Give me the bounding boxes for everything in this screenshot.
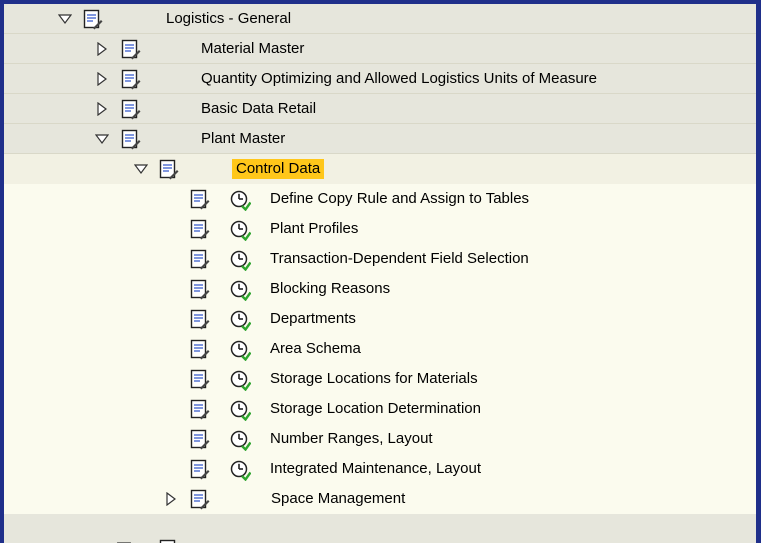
execute-clock-icon[interactable] — [229, 219, 251, 241]
triangle-right-icon[interactable] — [95, 42, 109, 56]
document-edit-icon — [159, 159, 179, 180]
tree-node-logistics-general[interactable]: Logistics - General — [4, 4, 756, 34]
activity-label: Number Ranges, Layout — [270, 430, 433, 447]
document-edit-icon — [190, 399, 210, 420]
document-edit-icon — [190, 429, 210, 450]
activity-label: Departments — [270, 310, 356, 327]
triangle-down-icon[interactable] — [58, 12, 72, 26]
execute-clock-icon[interactable] — [229, 279, 251, 301]
triangle-down-icon[interactable] — [134, 162, 148, 176]
document-edit-icon — [121, 39, 141, 60]
execute-clock-icon[interactable] — [229, 249, 251, 271]
activity-label: Transaction-Dependent Field Selection — [270, 250, 529, 267]
activity-label: Integrated Maintenance, Layout — [270, 460, 481, 477]
document-edit-icon — [121, 99, 141, 120]
activity-label: Define Copy Rule and Assign to Tables — [270, 190, 530, 207]
tree-frame: Logistics - General Material Master Quan… — [0, 0, 761, 543]
execute-clock-icon[interactable] — [229, 189, 251, 211]
document-edit-icon — [190, 339, 210, 360]
document-edit-icon — [190, 489, 210, 510]
document-edit-icon — [190, 189, 210, 210]
document-edit-icon — [190, 219, 210, 240]
tree-node-basic-data-retail[interactable]: Basic Data Retail — [4, 94, 756, 124]
tree-activity-item[interactable]: Storage Locations for Materials — [4, 364, 756, 394]
tree-activity-item[interactable]: Number Ranges, Layout — [4, 424, 756, 454]
node-label: Basic Data Retail — [201, 100, 317, 117]
document-edit-icon — [190, 459, 210, 480]
tree-activity-item[interactable]: Departments — [4, 304, 756, 334]
triangle-right-icon[interactable] — [164, 492, 178, 506]
tree-node-plant-master[interactable]: Plant Master — [4, 124, 756, 154]
triangle-right-icon[interactable] — [95, 102, 109, 116]
document-edit-icon — [190, 369, 210, 390]
document-edit-icon — [159, 539, 176, 543]
tree-node-partial — [4, 514, 756, 543]
execute-clock-icon[interactable] — [229, 459, 251, 481]
document-edit-icon — [190, 249, 210, 270]
node-label: Material Master — [201, 40, 305, 57]
node-label-selected: Control Data — [232, 159, 325, 179]
execute-clock-icon[interactable] — [229, 369, 251, 391]
triangle-right-icon[interactable] — [95, 72, 109, 86]
execute-clock-icon[interactable] — [229, 339, 251, 361]
tree-node-quantity-optimizing[interactable]: Quantity Optimizing and Allowed Logistic… — [4, 64, 756, 94]
tree-activity-item[interactable]: Plant Profiles — [4, 214, 756, 244]
execute-clock-icon[interactable] — [229, 309, 251, 331]
tree-activity-item[interactable]: Define Copy Rule and Assign to Tables — [4, 184, 756, 214]
tree-activity-item[interactable]: Transaction-Dependent Field Selection — [4, 244, 756, 274]
activity-label: Blocking Reasons — [270, 280, 391, 297]
document-edit-icon — [121, 129, 141, 150]
node-label: Quantity Optimizing and Allowed Logistic… — [201, 70, 598, 87]
tree-node-space-management[interactable]: Space Management — [4, 484, 756, 514]
execute-clock-icon[interactable] — [229, 399, 251, 421]
activity-label: Plant Profiles — [270, 220, 359, 237]
document-edit-icon — [190, 309, 210, 330]
tree-node-control-data[interactable]: Control Data — [4, 154, 756, 184]
execute-clock-icon[interactable] — [229, 429, 251, 451]
tree-activity-item[interactable]: Blocking Reasons — [4, 274, 756, 304]
node-label: Space Management — [271, 490, 406, 507]
activity-label: Storage Location Determination — [270, 400, 481, 417]
triangle-down-icon[interactable] — [95, 132, 109, 146]
activity-label: Storage Locations for Materials — [270, 370, 478, 387]
tree-activity-item[interactable]: Area Schema — [4, 334, 756, 364]
tree-activity-item[interactable]: Storage Location Determination — [4, 394, 756, 424]
document-edit-icon — [190, 279, 210, 300]
document-edit-icon — [83, 9, 103, 30]
node-label: Plant Master — [201, 130, 286, 147]
tree-activity-item[interactable]: Integrated Maintenance, Layout — [4, 454, 756, 484]
node-label: Logistics - General — [166, 10, 292, 27]
document-edit-icon — [121, 69, 141, 90]
activity-label: Area Schema — [270, 340, 361, 357]
tree-node-material-master[interactable]: Material Master — [4, 34, 756, 64]
